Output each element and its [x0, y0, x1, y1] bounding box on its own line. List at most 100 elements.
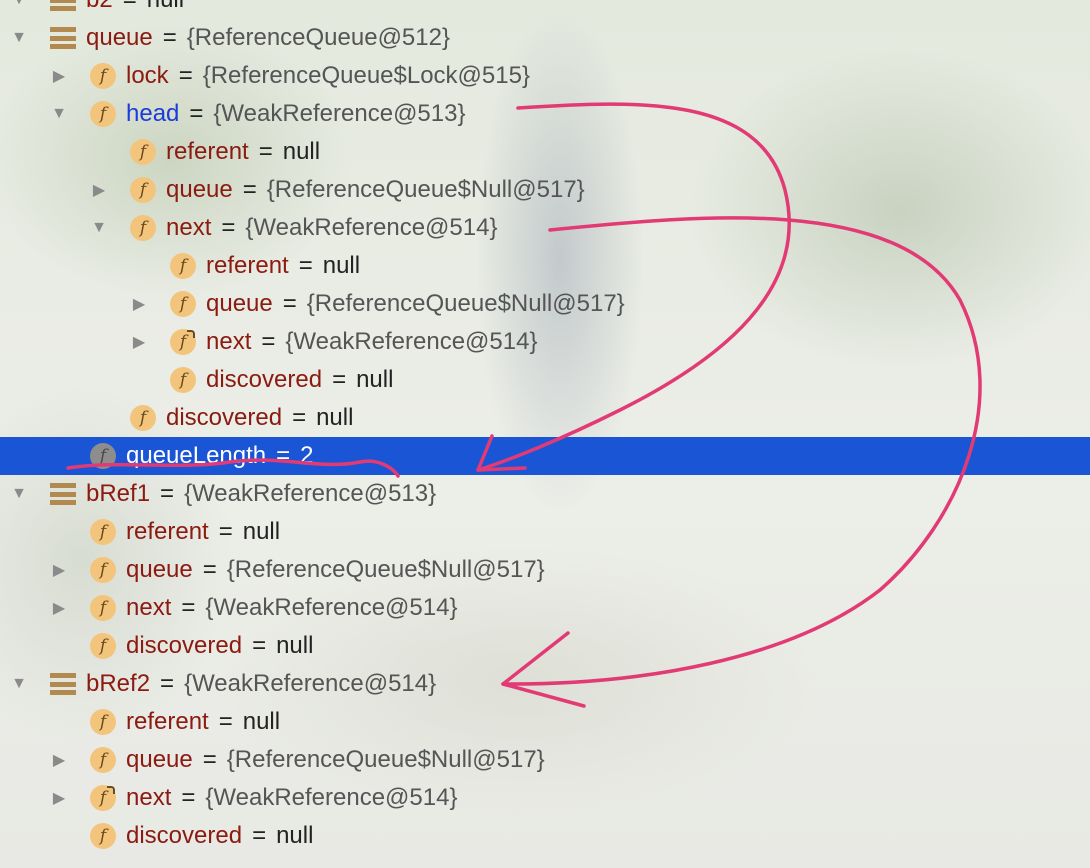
- tree-row-head[interactable]: ▼ f head = {WeakReference@513}: [0, 95, 1090, 133]
- collapse-arrow-icon[interactable]: ▶: [90, 171, 108, 209]
- tree-row-referent[interactable]: f referent = null: [0, 133, 1090, 171]
- tree-row-bref2[interactable]: ▼ bRef2 = {WeakReference@514}: [0, 665, 1090, 703]
- field-icon: f: [170, 329, 196, 355]
- variable-name: head: [126, 100, 180, 127]
- variable-name: bRef2: [86, 670, 151, 697]
- expand-arrow-icon[interactable]: ▼: [10, 475, 28, 513]
- collapse-arrow-icon[interactable]: ▶: [50, 779, 68, 817]
- variable-name: lock: [126, 62, 169, 89]
- field-icon: f: [90, 63, 116, 89]
- field-icon: f: [130, 405, 156, 431]
- tree-row-referent[interactable]: f referent = null: [0, 247, 1090, 285]
- equals-sign: =: [258, 138, 273, 165]
- variable-name: queue: [126, 556, 193, 583]
- collapse-arrow-icon[interactable]: ▶: [50, 551, 68, 589]
- row-label: referent = null: [126, 513, 280, 551]
- row-label: b2 = null: [86, 0, 184, 19]
- tree-row-discovered[interactable]: f discovered = null: [0, 817, 1090, 855]
- collapse-arrow-icon[interactable]: ▶: [50, 57, 68, 95]
- equals-sign: =: [181, 594, 196, 621]
- variable-name: next: [206, 328, 252, 355]
- equals-sign: =: [221, 214, 236, 241]
- expand-arrow-icon[interactable]: ▼: [90, 209, 108, 247]
- collapse-arrow-icon[interactable]: ▶: [130, 323, 148, 361]
- variable-icon: [50, 673, 76, 695]
- tree-row-next[interactable]: ▶ f next = {WeakReference@514}: [0, 323, 1090, 361]
- variable-name: discovered: [126, 632, 243, 659]
- tree-row-discovered[interactable]: f discovered = null: [0, 361, 1090, 399]
- variable-name: b2: [86, 0, 113, 14]
- variable-name: referent: [126, 708, 209, 735]
- row-label: queueLength = 2: [126, 437, 314, 475]
- tree-row-next[interactable]: ▼ f next = {WeakReference@514}: [0, 209, 1090, 247]
- variable-value: {WeakReference@513}: [184, 480, 437, 507]
- variable-name: referent: [206, 252, 289, 279]
- variable-name: referent: [166, 138, 249, 165]
- equals-sign: =: [218, 708, 233, 735]
- variable-value: null: [147, 0, 184, 14]
- variable-value: {WeakReference@514}: [184, 670, 437, 697]
- collapse-arrow-icon[interactable]: ▶: [50, 589, 68, 627]
- variable-value: {WeakReference@514}: [245, 214, 498, 241]
- tree-row-bref1[interactable]: ▼ bRef1 = {WeakReference@513}: [0, 475, 1090, 513]
- tree-row-queue[interactable]: ▶ f queue = {ReferenceQueue$Null@517}: [0, 741, 1090, 779]
- variable-value: {WeakReference@514}: [205, 784, 458, 811]
- equals-sign: =: [218, 518, 233, 545]
- variable-name: queueLength: [126, 442, 267, 469]
- variable-name: discovered: [206, 366, 323, 393]
- row-label: queue = {ReferenceQueue@512}: [86, 19, 450, 57]
- variable-name: next: [126, 594, 172, 621]
- variable-value: {ReferenceQueue@512}: [186, 24, 450, 51]
- equals-sign: =: [202, 556, 217, 583]
- row-label: referent = null: [126, 703, 280, 741]
- variable-value: null: [316, 404, 354, 431]
- field-icon: f: [90, 519, 116, 545]
- collapse-arrow-icon[interactable]: ▶: [50, 741, 68, 779]
- tree-row-b2[interactable]: ▼ b2 = null: [0, 0, 1090, 19]
- tree-row-next[interactable]: ▶ f next = {WeakReference@514}: [0, 589, 1090, 627]
- row-label: next = {WeakReference@514}: [126, 589, 457, 627]
- variable-value: null: [322, 252, 361, 279]
- equals-sign: =: [261, 328, 276, 355]
- expand-arrow-icon[interactable]: ▼: [50, 95, 68, 133]
- variable-value: null: [242, 518, 281, 545]
- row-label: next = {WeakReference@514}: [126, 779, 457, 817]
- tree-row-queuelength[interactable]: f queueLength = 2: [0, 437, 1090, 475]
- tree-row-referent[interactable]: f referent = null: [0, 703, 1090, 741]
- tree-row-lock[interactable]: ▶ f lock = {ReferenceQueue$Lock@515}: [0, 57, 1090, 95]
- field-icon: f: [90, 101, 116, 127]
- tree-row-referent[interactable]: f referent = null: [0, 513, 1090, 551]
- variable-name: queue: [126, 746, 193, 773]
- equals-sign: =: [292, 404, 307, 431]
- variable-value: null: [276, 632, 314, 659]
- variable-value: null: [356, 366, 394, 393]
- equals-sign: =: [252, 632, 267, 659]
- tree-row-queue[interactable]: ▶ f queue = {ReferenceQueue$Null@517}: [0, 171, 1090, 209]
- tree-row-queue[interactable]: ▶ f queue = {ReferenceQueue$Null@517}: [0, 285, 1090, 323]
- variable-value: 2: [300, 442, 314, 469]
- row-label: referent = null: [206, 247, 360, 285]
- equals-sign: =: [202, 746, 217, 773]
- tree-row-discovered[interactable]: f discovered = null: [0, 399, 1090, 437]
- expand-arrow-icon[interactable]: ▼: [10, 19, 28, 57]
- expand-arrow-icon[interactable]: ▼: [10, 665, 28, 703]
- variable-icon: [50, 27, 76, 49]
- row-label: discovered = null: [126, 627, 313, 665]
- collapse-arrow-icon[interactable]: ▶: [130, 285, 148, 323]
- field-icon: f: [90, 595, 116, 621]
- variable-name: next: [166, 214, 212, 241]
- variable-value: null: [276, 822, 314, 849]
- row-label: queue = {ReferenceQueue$Null@517}: [126, 741, 545, 779]
- tree-row-next[interactable]: ▶ f next = {WeakReference@514}: [0, 779, 1090, 817]
- tree-row-queue[interactable]: ▼ queue = {ReferenceQueue@512}: [0, 19, 1090, 57]
- variable-name: queue: [166, 176, 233, 203]
- equals-sign: =: [282, 290, 297, 317]
- expand-arrow-icon[interactable]: ▼: [10, 0, 28, 19]
- tree-row-discovered[interactable]: f discovered = null: [0, 627, 1090, 665]
- variable-value: {ReferenceQueue$Lock@515}: [202, 62, 530, 89]
- variable-name: discovered: [166, 404, 283, 431]
- tree-row-queue[interactable]: ▶ f queue = {ReferenceQueue$Null@517}: [0, 551, 1090, 589]
- equals-sign: =: [252, 822, 267, 849]
- field-icon: f: [170, 253, 196, 279]
- row-label: queue = {ReferenceQueue$Null@517}: [206, 285, 625, 323]
